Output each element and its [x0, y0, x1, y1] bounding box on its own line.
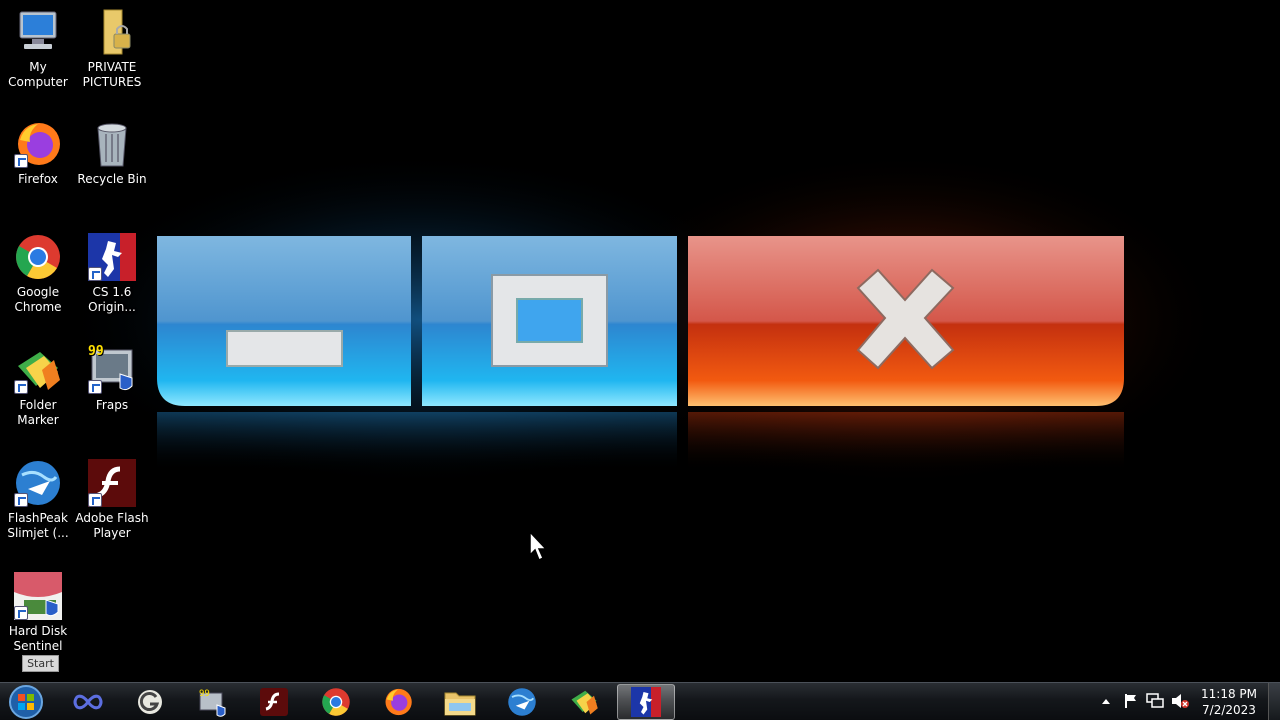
desktop-icon-label: Fraps — [95, 398, 129, 412]
folder-marker-icon — [14, 346, 62, 394]
taskbar-item-chrome[interactable] — [307, 684, 365, 720]
desktop-icon-label: Firefox — [18, 172, 58, 186]
desktop-icon-label: Adobe Flash Player — [75, 511, 149, 540]
folder-marker-icon — [571, 690, 598, 715]
desktop-icon-firefox[interactable]: Firefox — [0, 120, 76, 187]
flag-icon — [1125, 694, 1136, 708]
taskbar-item-fraps[interactable]: 99 — [183, 684, 241, 720]
slimjet-icon — [508, 688, 536, 716]
desktop-icon-label: FlashPeak Slimjet (... — [7, 511, 69, 540]
desktop-icon-label: Hard Disk Sentinel — [8, 624, 68, 653]
taskbar-item-infinity-app[interactable] — [59, 684, 117, 720]
desktop-icon-label: Recycle Bin — [77, 172, 147, 186]
taskbar-item-counter-strike[interactable] — [617, 684, 675, 720]
chevron-up-icon — [1102, 699, 1110, 704]
taskbar-item-slimjet[interactable] — [493, 684, 551, 720]
locked-folder-icon — [88, 8, 136, 56]
firefox-icon — [14, 120, 62, 168]
mouse-cursor-icon — [529, 531, 548, 562]
taskbar-item-flash-player[interactable] — [245, 684, 303, 720]
file-explorer-icon — [444, 692, 476, 716]
desktop-icon-cs16[interactable]: CS 1.6 Origin... — [74, 233, 150, 315]
taskbar: 99 11:18 PM 7/2/2023 — [0, 682, 1280, 720]
g-app-icon — [138, 690, 162, 714]
hard-disk-sentinel-icon — [14, 572, 62, 620]
desktop-icon-label: My Computer — [8, 60, 68, 89]
desktop-icon-recycle-bin[interactable]: Recycle Bin — [74, 120, 150, 187]
start-button[interactable] — [6, 684, 46, 720]
clock-time: 11:18 PM — [1201, 687, 1257, 701]
desktop-icon-hard-disk-sentinel[interactable]: Hard Disk Sentinel — [0, 572, 76, 654]
desktop-icon-label: Folder Marker — [17, 398, 59, 427]
counter-strike-icon — [631, 687, 661, 717]
desktop-icon-my-computer[interactable]: My Computer — [0, 8, 76, 90]
taskbar-item-firefox[interactable] — [369, 684, 427, 720]
desktop-icon-fraps[interactable]: 99 Fraps — [74, 344, 150, 413]
desktop-icon-label: Google Chrome — [14, 285, 62, 314]
desktop-icon-adobe-flash-player[interactable]: Adobe Flash Player — [74, 459, 150, 541]
fraps-icon: 99 — [88, 344, 136, 394]
chrome-icon — [322, 688, 350, 716]
network-icon — [1146, 693, 1164, 708]
counter-strike-icon — [88, 233, 136, 281]
volume-tray[interactable] — [1170, 691, 1190, 711]
action-center-tray[interactable] — [1121, 691, 1141, 711]
flash-player-icon — [88, 459, 136, 507]
taskbar-item-folder-marker[interactable] — [555, 684, 613, 720]
windows-logo-icon — [9, 685, 43, 719]
recycle-bin-icon — [88, 120, 136, 168]
show-desktop-button[interactable] — [1268, 683, 1280, 720]
desktop-icon-label: CS 1.6 Origin... — [88, 285, 136, 314]
slimjet-icon — [14, 459, 62, 507]
start-tooltip: Start — [22, 655, 59, 672]
taskbar-item-g-app[interactable] — [121, 684, 179, 720]
firefox-icon — [385, 688, 412, 716]
fraps-badge: 99 — [88, 344, 104, 359]
flash-player-icon — [260, 688, 288, 716]
chrome-icon — [14, 233, 62, 281]
desktop-icon-private-pictures[interactable]: PRIVATE PICTURES — [74, 8, 150, 90]
network-tray[interactable] — [1145, 691, 1165, 711]
desktop-icon-flashpeak-slimjet[interactable]: FlashPeak Slimjet (... — [0, 459, 76, 541]
svg-text:99: 99 — [199, 689, 210, 699]
desktop-icon-folder-marker[interactable]: Folder Marker — [0, 346, 76, 428]
fraps-icon: 99 — [199, 689, 226, 717]
desktop-icon-google-chrome[interactable]: Google Chrome — [0, 233, 76, 315]
show-hidden-icons-button[interactable] — [1096, 691, 1116, 711]
desktop-icon-label: PRIVATE PICTURES — [82, 60, 142, 89]
desktop-wallpaper — [0, 0, 1280, 682]
taskbar-item-file-explorer[interactable] — [431, 684, 489, 720]
computer-icon — [14, 8, 62, 56]
volume-muted-icon — [1172, 694, 1189, 708]
infinity-app-icon — [73, 694, 103, 710]
clock-date: 7/2/2023 — [1202, 703, 1256, 717]
system-clock[interactable]: 11:18 PM 7/2/2023 — [1196, 686, 1262, 718]
